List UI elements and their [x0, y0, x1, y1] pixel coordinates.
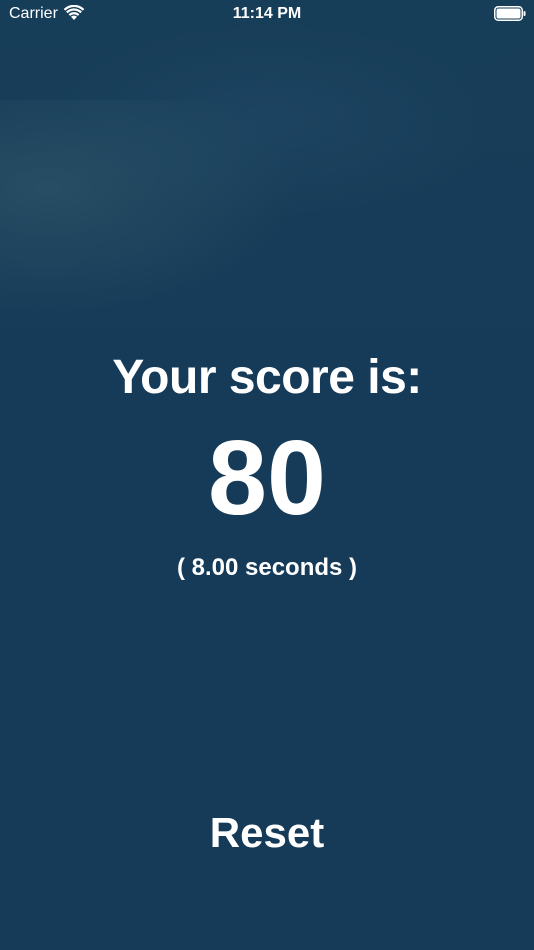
reset-button[interactable]: Reset: [167, 804, 367, 860]
status-time: 11:14 PM: [232, 5, 302, 22]
elapsed-time-label: ( 8.00 seconds ): [176, 554, 358, 581]
status-bar: Carrier 11:14 PM: [0, 0, 534, 30]
score-value: 80: [208, 419, 326, 537]
battery-icon: [494, 6, 526, 21]
background-glow: [0, 100, 300, 320]
score-heading: Your score is:: [112, 351, 422, 404]
score-screen: Carrier 11:14 PM Your score is: 80 ( 8.0…: [0, 0, 534, 950]
